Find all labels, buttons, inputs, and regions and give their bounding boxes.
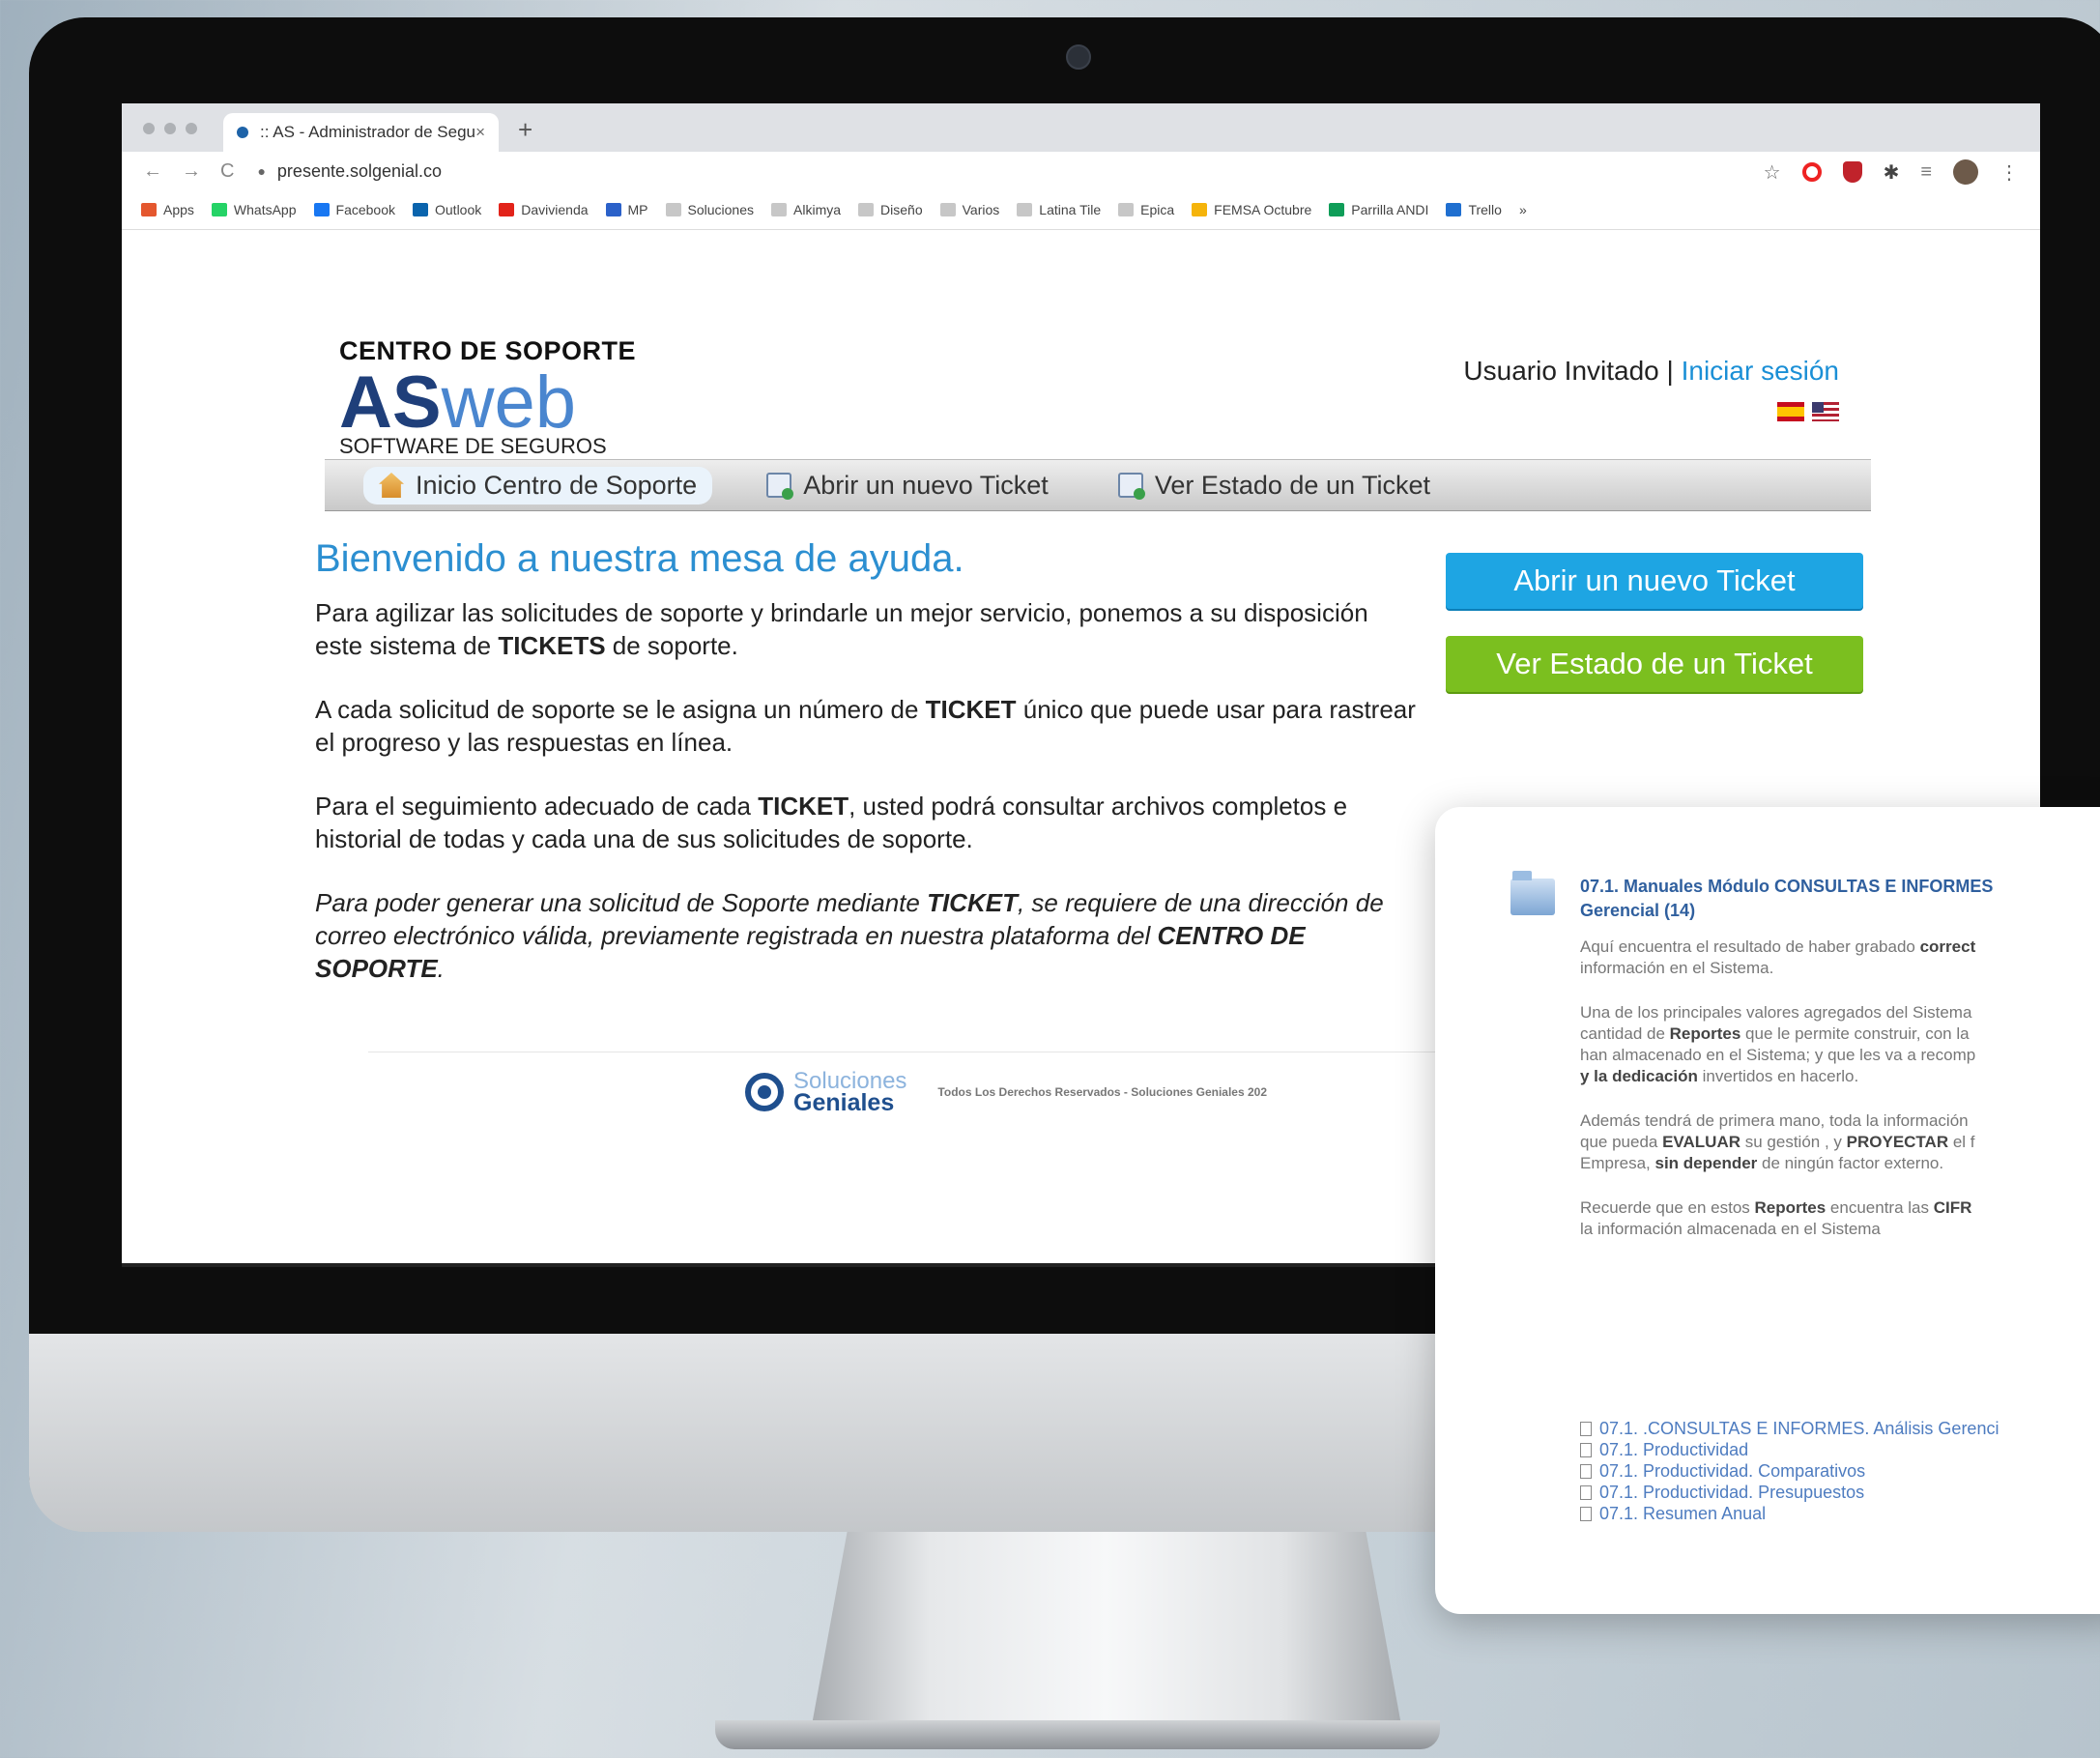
logo-wordmark: ASweb xyxy=(339,361,576,444)
window-controls[interactable] xyxy=(143,123,197,134)
file-link[interactable]: 07.1. Productividad. Comparativos xyxy=(1580,1460,1999,1482)
url-text: presente.solgenial.co xyxy=(276,160,443,181)
folder-icon xyxy=(939,203,956,216)
folder-icon xyxy=(1510,871,1555,915)
close-tab-icon[interactable]: × xyxy=(475,123,485,142)
reload-icon[interactable]: C xyxy=(220,160,234,183)
bookmark-item[interactable]: Varios xyxy=(939,202,999,217)
bookmark-icon xyxy=(1329,203,1345,216)
ticket-status-button[interactable]: Ver Estado de un Ticket xyxy=(1446,636,1863,692)
bookmark-item[interactable]: Outlook xyxy=(413,202,481,217)
file-icon xyxy=(1580,1506,1592,1521)
home-icon xyxy=(379,473,404,498)
bookmark-item[interactable]: Trello xyxy=(1446,202,1502,217)
bookmark-item[interactable]: Facebook xyxy=(313,202,395,217)
file-icon xyxy=(1580,1463,1592,1479)
bookmark-item[interactable]: Soluciones xyxy=(665,202,754,217)
nav-open-ticket[interactable]: Abrir un nuevo Ticket xyxy=(751,467,1064,504)
manual-card: 07.1. Manuales Módulo CONSULTAS E INFORM… xyxy=(1435,807,2100,1614)
ticket-status-icon xyxy=(1117,473,1145,500)
open-ticket-button[interactable]: Abrir un nuevo Ticket xyxy=(1446,553,1863,609)
new-tab-button[interactable]: + xyxy=(518,115,532,145)
menu-icon[interactable]: ⋮ xyxy=(1999,160,2019,185)
welcome-heading: Bienvenido a nuestra mesa de ayuda. xyxy=(315,537,964,580)
file-icon xyxy=(1580,1442,1592,1457)
file-link[interactable]: 07.1. Resumen Anual xyxy=(1580,1503,1999,1524)
avatar[interactable] xyxy=(1953,159,1978,185)
back-icon[interactable]: ← xyxy=(143,160,162,183)
file-icon xyxy=(1580,1484,1592,1500)
bookmark-item[interactable]: FEMSA Octubre xyxy=(1192,202,1311,217)
file-link[interactable]: 07.1. .CONSULTAS E INFORMES. Análisis Ge… xyxy=(1580,1418,1999,1439)
folder-icon xyxy=(665,203,681,216)
camera-icon xyxy=(1066,44,1091,70)
bookmark-item[interactable]: MP xyxy=(605,202,648,217)
paragraph-4: Para poder generar una solicitud de Sopo… xyxy=(315,888,1384,983)
tab-title: :: AS - Administrador de Segu xyxy=(260,123,476,141)
bookmark-icon xyxy=(211,203,227,216)
paragraph-2: A cada solicitud de soporte se le asigna… xyxy=(315,695,1416,757)
forward-icon[interactable]: → xyxy=(182,160,201,183)
reading-list-icon[interactable]: ≡ xyxy=(1920,161,1932,184)
new-ticket-icon xyxy=(766,473,794,500)
bookmark-item[interactable]: Latina Tile xyxy=(1017,202,1101,217)
address-bar: ← → C ● presente.solgenial.co ☆ ✱ ≡ ⋮ xyxy=(122,152,2040,190)
opera-icon[interactable] xyxy=(1801,162,1822,182)
shield-icon[interactable] xyxy=(1842,161,1862,183)
logo-subtitle: SOFTWARE DE SEGUROS xyxy=(339,434,607,458)
folder-icon xyxy=(858,203,875,216)
soluciones-geniales-logo: Soluciones Geniales xyxy=(745,1070,906,1115)
bookmark-item[interactable]: Apps xyxy=(141,202,194,217)
bookmark-icon xyxy=(1446,203,1462,216)
card-title[interactable]: 07.1. Manuales Módulo CONSULTAS E INFORM… xyxy=(1580,875,2100,923)
extensions: ☆ ✱ ≡ ⋮ xyxy=(1764,159,2019,185)
file-icon xyxy=(1580,1421,1592,1436)
bookmark-item[interactable]: Davivienda xyxy=(499,202,589,217)
bookmark-icon xyxy=(499,203,515,216)
monitor-base xyxy=(715,1720,1440,1749)
monitor-stand xyxy=(812,1532,1401,1725)
bookmark-item[interactable]: Alkimya xyxy=(771,202,841,217)
bookmark-icon xyxy=(413,203,428,216)
nav-home[interactable]: Inicio Centro de Soporte xyxy=(363,466,713,504)
browser-tab[interactable]: :: AS - Administrador de Segu × xyxy=(223,113,499,152)
sg-mark-icon xyxy=(745,1073,784,1111)
url-field[interactable]: ● presente.solgenial.co xyxy=(257,161,442,182)
bookmarks-bar: Apps WhatsApp Facebook Outlook Davivienda MP S… xyxy=(122,190,2040,230)
nav-ticket-status[interactable]: Ver Estado de un Ticket xyxy=(1103,467,1446,504)
more-bookmarks-icon[interactable]: » xyxy=(1519,202,1527,217)
user-box: Usuario Invitado | Iniciar sesión xyxy=(1463,356,1839,421)
lock-icon: ● xyxy=(257,163,266,179)
bookmark-icon xyxy=(1192,203,1208,216)
spanish-flag-icon[interactable] xyxy=(1777,402,1804,421)
paragraph-1: Para agilizar las solicitudes de soporte… xyxy=(315,598,1368,660)
paragraph-3: Para el seguimiento adecuado de cada TIC… xyxy=(315,792,1348,853)
folder-icon xyxy=(1118,203,1135,216)
login-link[interactable]: Iniciar sesión xyxy=(1682,356,1839,386)
bookmark-item[interactable]: Epica xyxy=(1118,202,1174,217)
puzzle-icon[interactable]: ✱ xyxy=(1884,160,1900,185)
bookmark-icon xyxy=(141,203,157,216)
main-nav: Inicio Centro de Soporte Abrir un nuevo … xyxy=(325,459,1871,511)
bookmark-item[interactable]: WhatsApp xyxy=(211,202,297,217)
welcome-section: Bienvenido a nuestra mesa de ayuda. Para… xyxy=(315,537,1417,1016)
file-link[interactable]: 07.1. Productividad xyxy=(1580,1439,1999,1460)
browser-tabbar: :: AS - Administrador de Segu × + xyxy=(122,103,2040,152)
bookmark-item[interactable]: Parrilla ANDI xyxy=(1329,202,1428,217)
english-flag-icon[interactable] xyxy=(1812,402,1839,421)
folder-icon xyxy=(771,203,788,216)
logo: CENTRO DE SOPORTE ASweb SOFTWARE DE SEGU… xyxy=(339,336,636,459)
favicon-icon xyxy=(237,127,248,138)
bookmark-item[interactable]: Diseño xyxy=(858,202,923,217)
folder-icon xyxy=(1017,203,1033,216)
star-icon[interactable]: ☆ xyxy=(1764,160,1781,185)
card-body: Aquí encuentra el resultado de haber gra… xyxy=(1580,937,1976,1238)
file-list: 07.1. .CONSULTAS E INFORMES. Análisis Ge… xyxy=(1580,1418,1999,1524)
copyright-text: Todos Los Derechos Reservados - Solucion… xyxy=(937,1085,1267,1099)
bookmark-icon xyxy=(605,203,621,216)
user-label: Usuario Invitado | xyxy=(1463,356,1682,386)
footer: Soluciones Geniales Todos Los Derechos R… xyxy=(745,1070,1267,1115)
file-link[interactable]: 07.1. Productividad. Presupuestos xyxy=(1580,1482,1999,1503)
bookmark-icon xyxy=(313,203,330,216)
